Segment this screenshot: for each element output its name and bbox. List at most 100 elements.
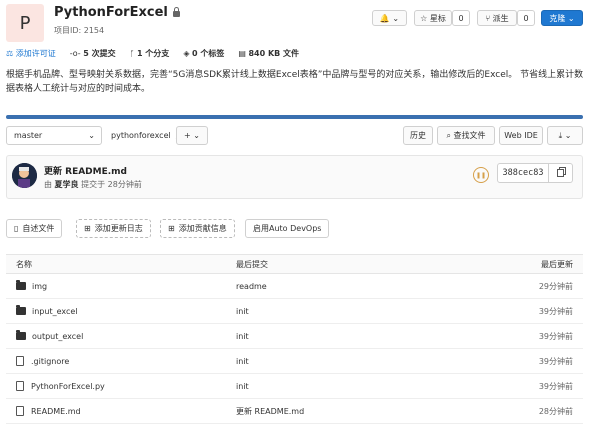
table-row[interactable]: README.md 更新 README.md 28分钟前 — [6, 398, 583, 424]
project-name[interactable]: PythonForExcel — [54, 5, 168, 20]
file-commit[interactable]: init — [226, 373, 448, 399]
file-name[interactable]: output_excel — [32, 332, 83, 341]
copy-sha-button[interactable] — [549, 163, 573, 183]
commit-message[interactable]: 更新 README.md — [44, 164, 127, 177]
find-file-label: 查找文件 — [453, 131, 486, 140]
fork-label: 派生 — [492, 13, 509, 23]
col-name: 名称 — [6, 254, 226, 274]
star-button[interactable]: ☆ 星标 — [414, 10, 452, 26]
file-updated: 39分钟前 — [447, 298, 583, 324]
file-name[interactable]: input_excel — [32, 307, 78, 316]
readme-label: 自述文件 — [22, 224, 55, 233]
commit-sha[interactable]: 388cec83 — [497, 163, 549, 183]
file-updated: 39分钟前 — [447, 373, 583, 399]
table-row[interactable]: input_excel init 39分钟前 — [6, 298, 583, 324]
chevron-down-icon: ⌄ — [88, 131, 95, 140]
web-ide-button[interactable]: Web IDE — [499, 126, 543, 145]
tags-label: 0 个标签 — [192, 49, 225, 58]
file-commit[interactable]: init — [226, 323, 448, 349]
folder-icon — [16, 304, 26, 315]
database-icon: ▤ — [238, 49, 246, 58]
file-icon — [16, 381, 24, 391]
fork-count[interactable]: 0 — [517, 10, 535, 26]
table-row[interactable]: img readme 29分钟前 — [6, 273, 583, 299]
breadcrumb-project[interactable]: pythonforexcel — [111, 131, 171, 140]
chevron-down-icon: ⌄ — [392, 13, 400, 23]
file-commit[interactable]: readme — [226, 273, 448, 299]
download-icon: ⤓ — [558, 130, 563, 140]
file-updated: 39分钟前 — [447, 348, 583, 374]
col-last-commit: 最后提交 — [226, 254, 448, 274]
chevron-down-icon: ⌄ — [193, 131, 200, 140]
table-header: 名称 最后提交 最后更新 — [6, 254, 583, 274]
enable-autodevops-button[interactable]: 启用Auto DevOps — [245, 219, 330, 238]
file-name[interactable]: PythonForExcel.py — [31, 382, 105, 391]
author-prefix: 由 — [44, 180, 52, 189]
fork-icon: ⑂ — [485, 13, 491, 23]
pipeline-status-icon[interactable]: ❚❚ — [473, 167, 489, 183]
branch-name: master — [14, 131, 43, 140]
project-avatar: P — [6, 4, 44, 42]
plus-icon: + — [184, 131, 191, 140]
file-commit[interactable]: 更新 README.md — [226, 398, 448, 424]
file-name[interactable]: .gitignore — [31, 357, 69, 366]
branches-link[interactable]: ᚵ 1 个分支 — [130, 48, 170, 59]
project-title[interactable]: PythonForExcel — [54, 5, 180, 20]
changelog-label: 添加更新日志 — [94, 224, 143, 233]
commit-icon: -o- — [69, 49, 81, 58]
breadcrumb: pythonforexcel / — [111, 131, 179, 140]
file-commit[interactable]: init — [226, 348, 448, 374]
chevron-down-icon: ⌄ — [567, 13, 575, 23]
file-icon: ▯ — [14, 224, 19, 233]
project-id: 项目ID: 2154 — [54, 26, 105, 35]
add-contributing-button[interactable]: ⊞ 添加贡献信息 — [160, 219, 235, 238]
chevron-down-icon: ⌄ — [564, 131, 572, 140]
notification-button[interactable]: 🔔 ⌄ — [372, 10, 407, 26]
add-changelog-button[interactable]: ⊞ 添加更新日志 — [76, 219, 151, 238]
table-row[interactable]: PythonForExcel.py init 39分钟前 — [6, 373, 583, 399]
author-avatar[interactable] — [12, 163, 37, 188]
folder-icon — [16, 329, 26, 340]
commits-link[interactable]: -o- 5 次提交 — [70, 48, 116, 59]
plus-icon: ⊞ — [84, 224, 91, 233]
star-count[interactable]: 0 — [452, 10, 470, 26]
branch-icon: ᚵ — [129, 49, 135, 58]
folder-icon — [16, 279, 26, 290]
search-icon: ⌕ — [446, 130, 451, 140]
star-icon: ☆ — [420, 13, 428, 23]
lock-icon — [172, 7, 180, 17]
add-license-link[interactable]: ⚖ 添加许可证 — [6, 48, 56, 59]
avatar-image — [12, 163, 37, 188]
file-icon — [16, 356, 24, 366]
file-updated: 28分钟前 — [447, 398, 583, 424]
file-updated: 39分钟前 — [447, 323, 583, 349]
language-bar — [6, 115, 583, 119]
file-icon — [16, 406, 24, 416]
download-button[interactable]: ⤓ ⌄ — [547, 126, 583, 145]
file-name[interactable]: img — [32, 282, 47, 291]
fork-button[interactable]: ⑂ 派生 — [477, 10, 517, 26]
clone-button[interactable]: 克隆 ⌄ — [541, 10, 583, 26]
copy-icon — [557, 169, 564, 177]
commit-author[interactable]: 夏学良 — [55, 180, 79, 189]
add-file-button[interactable]: + ⌄ — [176, 126, 208, 145]
project-description: 根据手机品牌、型号映射关系数据，完善“5G消息SDK累计线上数据Excel表格”… — [6, 70, 584, 94]
branches-label: 1 个分支 — [136, 49, 170, 58]
clone-label: 克隆 — [549, 13, 566, 23]
contributing-label: 添加贡献信息 — [178, 224, 227, 233]
autodevops-label: 启用Auto DevOps — [253, 224, 322, 233]
col-last-update: 最后更新 — [447, 254, 583, 274]
branch-selector[interactable]: master ⌄ — [6, 126, 102, 145]
find-file-button[interactable]: ⌕ 查找文件 — [437, 126, 495, 145]
file-name[interactable]: README.md — [31, 407, 81, 416]
file-updated: 29分钟前 — [447, 273, 583, 299]
star-label: 星标 — [429, 13, 446, 23]
readme-button[interactable]: ▯ 自述文件 — [6, 219, 63, 238]
table-row[interactable]: output_excel init 39分钟前 — [6, 323, 583, 349]
history-button[interactable]: 历史 — [403, 126, 433, 145]
bell-icon: 🔔 — [379, 13, 390, 23]
file-commit[interactable]: init — [226, 298, 448, 324]
license-label: 添加许可证 — [15, 49, 56, 58]
table-row[interactable]: .gitignore init 39分钟前 — [6, 348, 583, 374]
tags-link[interactable]: ◈ 0 个标签 — [183, 48, 224, 59]
